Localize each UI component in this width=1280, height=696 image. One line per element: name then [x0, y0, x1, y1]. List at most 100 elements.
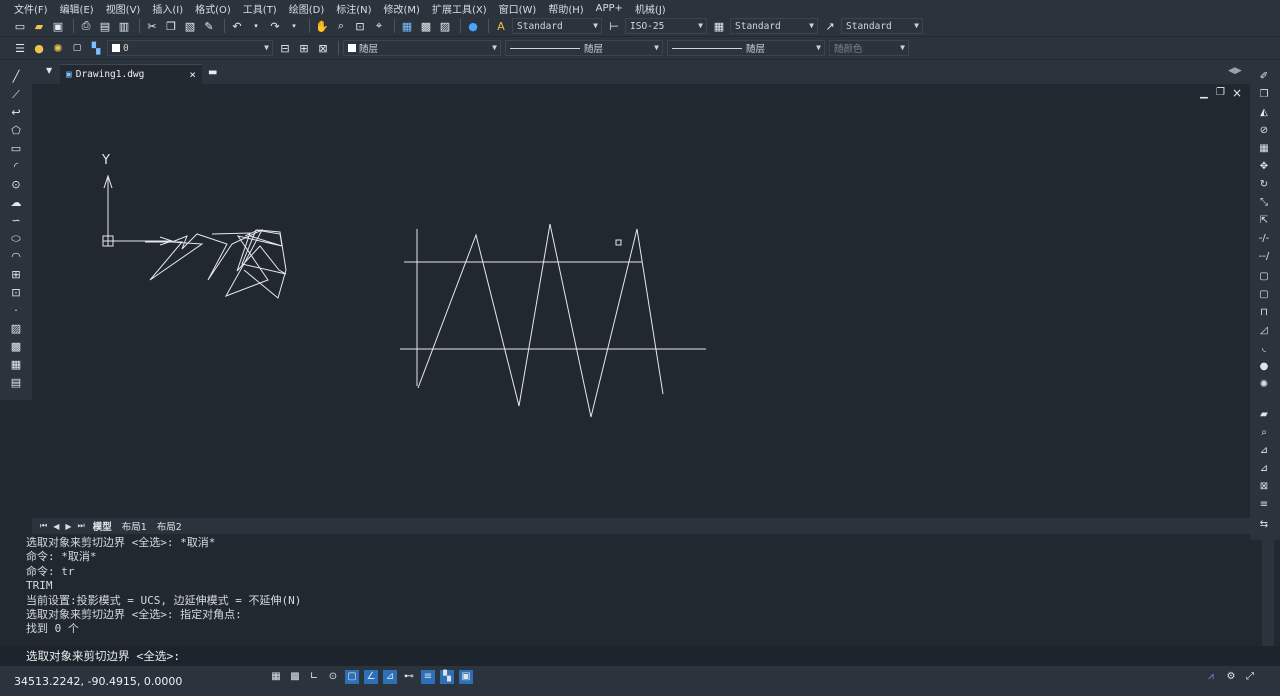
workspace-gear-icon[interactable]: ⚙ [1224, 670, 1238, 684]
menu-dimension[interactable]: 标注(N) [330, 1, 377, 16]
save-icon[interactable]: ▣ [50, 18, 66, 34]
extend-icon[interactable]: --/ [1257, 250, 1271, 264]
menu-app[interactable]: APP+ [590, 3, 629, 14]
properties-icon[interactable]: ▦ [399, 18, 415, 34]
arc-icon[interactable]: ◜ [9, 160, 23, 174]
object-snap-tracking-icon[interactable]: ∠ [364, 670, 378, 684]
plot-style-select[interactable]: 随颜色 ▼ [829, 40, 909, 56]
zoom-window-icon[interactable]: ⊡ [352, 18, 368, 34]
mirror-icon[interactable]: ◭ [1257, 106, 1271, 120]
chamfer-icon[interactable]: ◿ [1257, 324, 1271, 338]
circle-icon[interactable]: ⊙ [9, 178, 23, 192]
break-at-point-icon[interactable]: ▢ [1257, 270, 1271, 284]
grid-display-icon[interactable]: ▩ [288, 670, 302, 684]
command-line-input[interactable]: 选取对象来剪切边界 <全选>: [0, 646, 1280, 666]
revision-cloud-icon[interactable]: ☁ [9, 196, 23, 210]
copy-icon[interactable]: ❐ [163, 18, 179, 34]
undo-icon[interactable]: ↶ [229, 18, 245, 34]
polyline-icon[interactable]: ↩ [9, 106, 23, 120]
prev-tab-icon[interactable]: ◀ [53, 522, 59, 531]
layer-manager-icon[interactable]: ☰ [12, 40, 28, 56]
insert-block-icon[interactable]: ⊞ [9, 268, 23, 282]
trim-icon[interactable]: -/- [1257, 232, 1271, 246]
menu-modify[interactable]: 修改(M) [378, 1, 426, 16]
menu-help[interactable]: 帮助(H) [542, 1, 589, 16]
polygon-icon[interactable]: ⬠ [9, 124, 23, 138]
first-tab-icon[interactable]: ⏮ [40, 521, 47, 531]
menu-file[interactable]: 文件(F) [8, 1, 54, 16]
new-tab-icon[interactable]: ▬ [208, 67, 217, 78]
menu-draw[interactable]: 绘图(D) [283, 1, 331, 16]
point-icon[interactable]: · [9, 304, 23, 318]
zoom-previous-icon[interactable]: ⌖ [371, 18, 387, 34]
snap-grid-icon[interactable]: ▦ [269, 670, 283, 684]
menu-window[interactable]: 窗口(W) [493, 1, 543, 16]
area-icon[interactable]: ⊿ [1257, 462, 1271, 476]
polar-tracking-icon[interactable]: ⊙ [326, 670, 340, 684]
copy-object-icon[interactable]: ❐ [1257, 88, 1271, 102]
move-icon[interactable]: ✥ [1257, 160, 1271, 174]
blend-icon[interactable]: ● [1257, 360, 1271, 374]
redo-icon[interactable]: ↷ [267, 18, 283, 34]
redo-dropdown-icon[interactable]: ▾ [286, 18, 302, 34]
paste-icon[interactable]: ▧ [182, 18, 198, 34]
construction-line-icon[interactable]: ⟋ [9, 88, 23, 102]
command-history-scrollbar[interactable] [1262, 534, 1274, 646]
tool-palettes-icon[interactable]: ▨ [437, 18, 453, 34]
print-icon[interactable]: ⎙ [78, 18, 94, 34]
cut-icon[interactable]: ✂ [144, 18, 160, 34]
tab-scroll-icon[interactable]: ◀▶ [1228, 66, 1242, 76]
menu-insert[interactable]: 插入(I) [146, 1, 189, 16]
find-icon[interactable]: ⌕ [1257, 426, 1271, 440]
hatch-icon[interactable]: ▨ [9, 322, 23, 336]
menu-tools[interactable]: 工具(T) [237, 1, 283, 16]
undo-dropdown-icon[interactable]: ▾ [248, 18, 264, 34]
linetype-select[interactable]: 随层 ▼ [505, 40, 663, 56]
ortho-icon[interactable]: ∟ [307, 670, 321, 684]
lineweight-icon[interactable]: ≡ [421, 670, 435, 684]
pan-icon[interactable]: ✋ [314, 18, 330, 34]
array-icon[interactable]: ▦ [1257, 142, 1271, 156]
transparency-icon[interactable]: ▚ [440, 670, 454, 684]
text-edit-icon[interactable]: ⇆ [1257, 518, 1271, 532]
layer-state-icon[interactable]: ⊠ [315, 40, 331, 56]
offset-icon[interactable]: ⊘ [1257, 124, 1271, 138]
match-properties-icon[interactable]: ✎ [201, 18, 217, 34]
layer-previous-icon[interactable]: ⊞ [296, 40, 312, 56]
next-tab-icon[interactable]: ▶ [65, 522, 71, 531]
erase-icon[interactable]: ✐ [1257, 70, 1271, 84]
new-file-icon[interactable]: ▭ [12, 18, 28, 34]
tab-layout1[interactable]: 布局1 [122, 519, 147, 533]
list-icon[interactable]: ≡ [1257, 498, 1271, 512]
layer-select[interactable]: 0 ▼ [107, 40, 273, 56]
rotate-icon[interactable]: ↻ [1257, 178, 1271, 192]
table-icon[interactable]: ▦ [9, 358, 23, 372]
lineweight-select[interactable]: 随层 ▼ [667, 40, 825, 56]
zoom-realtime-icon[interactable]: ⌕ [333, 18, 349, 34]
menu-express[interactable]: 扩展工具(X) [426, 1, 493, 16]
color-select[interactable]: 随层 ▼ [343, 40, 501, 56]
object-snap-icon[interactable]: ▢ [345, 670, 359, 684]
gradient-icon[interactable]: ▩ [9, 340, 23, 354]
make-current-layer-icon[interactable]: ⊟ [277, 40, 293, 56]
close-icon[interactable]: × [189, 68, 196, 81]
fullscreen-icon[interactable]: ⤢ [1243, 670, 1257, 684]
table-style-select[interactable]: Standard ▼ [730, 18, 818, 34]
publish-icon[interactable]: ▥ [116, 18, 132, 34]
spline-icon[interactable]: ∽ [9, 214, 23, 228]
menu-view[interactable]: 视图(V) [100, 1, 147, 16]
multileader-style-select[interactable]: Standard ▼ [841, 18, 923, 34]
selection-cycling-icon[interactable]: ▣ [459, 670, 473, 684]
explode-icon[interactable]: ✺ [1257, 378, 1271, 392]
ellipse-icon[interactable]: ⬭ [9, 232, 23, 246]
menu-format[interactable]: 格式(O) [189, 1, 237, 16]
help-icon[interactable]: ● [465, 18, 481, 34]
line-icon[interactable]: ╱ [9, 70, 23, 84]
menu-mechanical[interactable]: 机械(J) [629, 1, 672, 16]
measure-icon[interactable]: ⊿ [1257, 444, 1271, 458]
dynamic-ucs-icon[interactable]: ⊿ [383, 670, 397, 684]
dim-style-select[interactable]: ISO-25 ▼ [625, 18, 707, 34]
join-icon[interactable]: ⊓ [1257, 306, 1271, 320]
text-style-select[interactable]: Standard ▼ [512, 18, 602, 34]
annotation-icon[interactable]: ⩘ [1204, 670, 1218, 684]
